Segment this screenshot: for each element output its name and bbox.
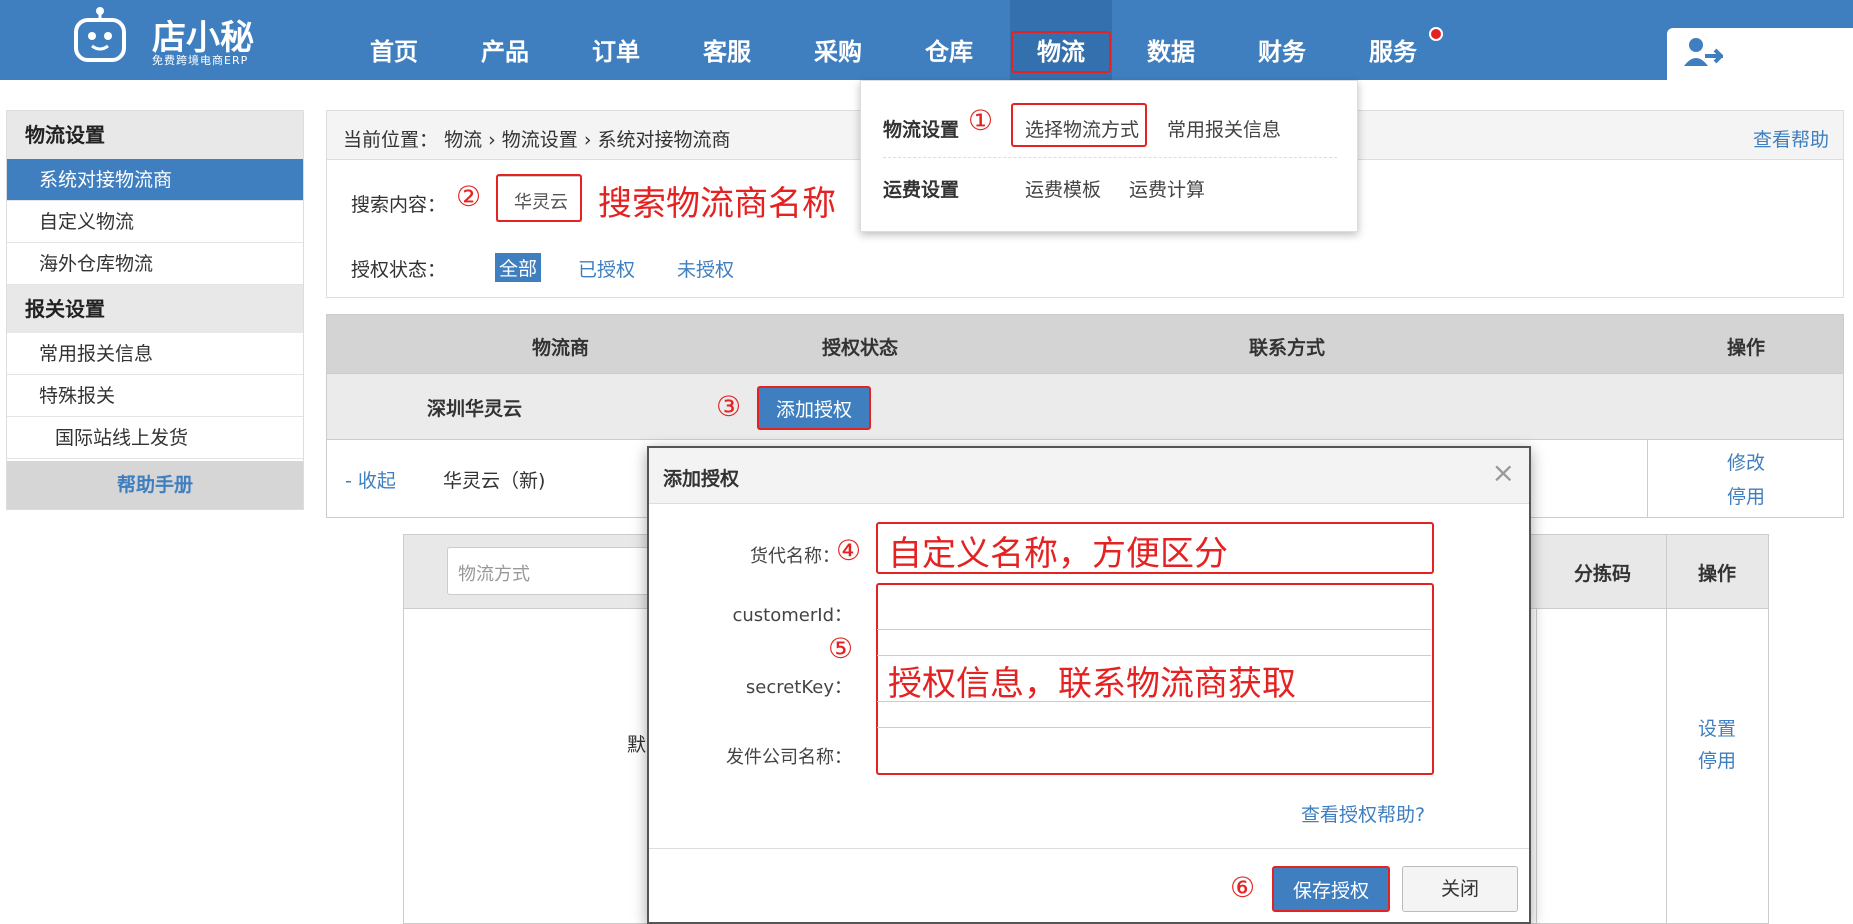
- breadcrumb-current: 系统对接物流商: [597, 129, 731, 151]
- edit-link[interactable]: 修改: [1727, 448, 1765, 475]
- search-label: 搜索内容：: [351, 194, 447, 216]
- auth-help-link[interactable]: 查看授权帮助?: [1301, 800, 1425, 827]
- breadcrumb-settings[interactable]: 物流设置: [502, 129, 578, 151]
- nav-warehouse[interactable]: 仓库: [899, 0, 999, 80]
- carrier-group-row: 深圳华灵云: [326, 374, 1844, 440]
- breadcrumb-prefix: 当前位置：: [343, 129, 439, 151]
- column-divider: [1647, 440, 1648, 517]
- nav-products[interactable]: 产品: [455, 0, 555, 80]
- col-carrier: 物流商: [532, 337, 590, 359]
- field-divider: [877, 727, 1431, 728]
- nav-purchase[interactable]: 采购: [788, 0, 888, 80]
- settings-link[interactable]: 设置: [1698, 714, 1736, 741]
- nav-home[interactable]: 首页: [344, 0, 444, 80]
- close-icon[interactable]: ×: [1492, 456, 1515, 489]
- menu-freight-template[interactable]: 运费模板: [1025, 175, 1101, 202]
- sidebar-section-customs: 报关设置: [7, 285, 303, 333]
- sidebar-item-system-carriers[interactable]: 系统对接物流商: [7, 159, 303, 201]
- shipping-method-placeholder: 物流方式: [458, 564, 530, 585]
- user-area[interactable]: [1667, 28, 1853, 80]
- save-auth-button[interactable]: 保存授权: [1272, 866, 1390, 912]
- sidebar-help-manual[interactable]: 帮助手册: [7, 461, 303, 509]
- menu-freight-calc[interactable]: 运费计算: [1129, 175, 1205, 202]
- modal-header: 添加授权 ×: [649, 448, 1529, 504]
- carrier-table-header: 物流商 授权状态 联系方式 操作: [326, 314, 1844, 374]
- field-label-secret-key: secretKey：: [745, 677, 852, 698]
- help-link[interactable]: 查看帮助: [1753, 125, 1829, 152]
- default-label: 默: [627, 734, 647, 756]
- col-sorting-code: 分拣码: [1574, 563, 1632, 585]
- collapse-link[interactable]: - 收起: [345, 466, 396, 493]
- sidebar-item-overseas-warehouse[interactable]: 海外仓库物流: [7, 243, 303, 285]
- field-label-customer-id: customerId：: [732, 605, 853, 626]
- modal-footer: [649, 848, 1529, 924]
- sidebar-item-common-customs[interactable]: 常用报关信息: [7, 333, 303, 375]
- sidebar: 物流设置 系统对接物流商 自定义物流 海外仓库物流 报关设置 常用报关信息 特殊…: [6, 110, 304, 510]
- sidebar-item-special-customs[interactable]: 特殊报关: [7, 375, 303, 417]
- annotation-marker-3: ③: [716, 390, 742, 423]
- dropdown-divider: [883, 157, 1337, 158]
- nav-finance[interactable]: 财务: [1232, 0, 1332, 80]
- disable-link[interactable]: 停用: [1727, 482, 1765, 509]
- annotation-search-hint: 搜索物流商名称: [598, 184, 836, 224]
- auth-filter-unauthorized[interactable]: 未授权: [677, 255, 734, 282]
- column-divider: [1666, 535, 1667, 924]
- brand-subtitle: 免费跨境电商ERP: [152, 54, 249, 67]
- dropdown-freight-settings-title: 运费设置: [883, 179, 960, 201]
- col-contact: 联系方式: [1249, 337, 1326, 359]
- field-label-sender-company: 发件公司名称：: [726, 747, 852, 768]
- col-inner-actions: 操作: [1698, 563, 1737, 585]
- add-auth-button[interactable]: 添加授权: [757, 386, 871, 430]
- select-shipping-highlight-box: [1011, 103, 1147, 147]
- col-auth-status: 授权状态: [822, 337, 899, 359]
- auth-status-label: 授权状态：: [351, 259, 447, 281]
- field-label-forwarder-name: 货代名称：: [750, 546, 840, 567]
- customer-id-input[interactable]: [877, 629, 1431, 630]
- sidebar-item-custom-logistics[interactable]: 自定义物流: [7, 201, 303, 243]
- robot-logo-icon[interactable]: [72, 6, 128, 66]
- user-icon[interactable]: [1683, 36, 1726, 75]
- annotation-marker-2: ②: [456, 180, 482, 213]
- annotation-name-hint: 自定义名称，方便区分: [888, 534, 1228, 574]
- nav-orders[interactable]: 订单: [566, 0, 666, 80]
- col-actions: 操作: [1727, 337, 1766, 359]
- sidebar-item-intl-online[interactable]: 国际站线上发货: [7, 417, 303, 459]
- nav-data[interactable]: 数据: [1121, 0, 1221, 80]
- column-divider: [1536, 609, 1537, 924]
- logistics-highlight-box: [1011, 31, 1111, 73]
- breadcrumb-separator: ›: [583, 129, 598, 151]
- disable-method-link[interactable]: 停用: [1698, 746, 1736, 773]
- notification-dot: [1429, 27, 1443, 41]
- auth-filter-authorized[interactable]: 已授权: [578, 255, 635, 282]
- nav-customer-service[interactable]: 客服: [677, 0, 777, 80]
- annotation-marker-5: ⑤: [828, 632, 854, 665]
- carrier-group-name: 深圳华灵云: [427, 398, 523, 420]
- shipping-method-input[interactable]: 物流方式: [447, 547, 667, 595]
- menu-common-customs[interactable]: 常用报关信息: [1167, 115, 1281, 142]
- carrier-name: 华灵云（新): [443, 470, 546, 492]
- sidebar-section-logistics: 物流设置: [7, 111, 303, 159]
- breadcrumb-separator: ›: [488, 129, 502, 151]
- annotation-marker-4: ④: [836, 534, 862, 567]
- search-input-value: 华灵云: [514, 192, 568, 213]
- dropdown-logistics-settings-title: 物流设置: [883, 119, 960, 141]
- annotation-marker-6: ⑥: [1230, 871, 1256, 904]
- annotation-marker-1: ①: [968, 104, 994, 137]
- nav-service[interactable]: 服务: [1343, 0, 1443, 80]
- annotation-auth-hint: 授权信息，联系物流商获取: [888, 664, 1296, 704]
- close-modal-button[interactable]: 关闭: [1402, 866, 1518, 912]
- breadcrumb-logistics[interactable]: 物流: [444, 129, 482, 151]
- auth-filter-all[interactable]: 全部: [495, 253, 542, 282]
- modal-title: 添加授权: [663, 468, 740, 490]
